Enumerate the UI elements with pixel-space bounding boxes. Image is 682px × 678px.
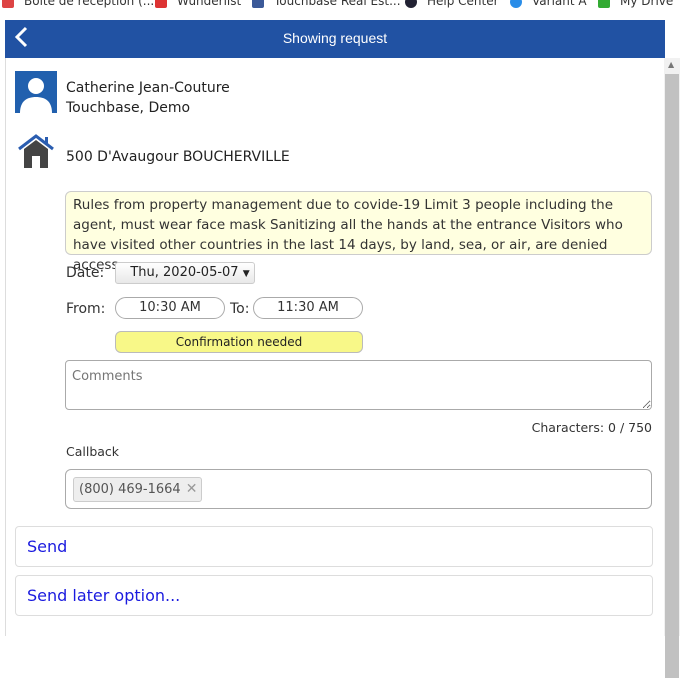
bookmark[interactable]: Boîte de réception (... <box>2 0 154 8</box>
to-time-input[interactable]: 11:30 AM <box>253 297 363 319</box>
remove-icon[interactable]: ✕ <box>186 481 198 497</box>
from-label: From: <box>66 301 106 317</box>
callback-label: Callback <box>66 444 120 459</box>
scrollbar[interactable]: ▲ <box>664 58 680 678</box>
to-label: To: <box>230 301 250 317</box>
send-button[interactable]: Send <box>15 526 653 567</box>
status-badge: Confirmation needed <box>115 331 363 353</box>
bookmark-label: Boîte de réception (... <box>24 0 155 8</box>
scrollbar-thumb[interactable] <box>665 74 679 678</box>
header: Showing request <box>5 20 665 58</box>
comments-input[interactable] <box>65 360 652 410</box>
date-value: Thu, 2020-05-07 <box>130 265 239 280</box>
bookmark-label: Wunderlist <box>177 0 242 8</box>
bookmark-label: Help Center <box>427 0 499 8</box>
bookmark[interactable]: My Drive <box>598 0 673 8</box>
page-title: Showing request <box>282 30 388 46</box>
date-label: Date: <box>66 265 105 281</box>
bookmarks-bar: Boîte de réception (... Wunderlist Touch… <box>0 0 682 10</box>
avatar-icon <box>15 71 57 113</box>
contact-name: Catherine Jean-Couture <box>66 80 230 96</box>
character-count: Characters: 0 / 750 <box>531 420 652 435</box>
house-icon <box>17 133 55 173</box>
bookmark-label: Variant A <box>532 0 587 8</box>
rules-note: Rules from property management due to co… <box>65 191 652 273</box>
caret-down-icon: ▼ <box>242 269 250 279</box>
contact-company: Touchbase, Demo <box>66 100 191 116</box>
property-address: 500 D'Avaugour BOUCHERVILLE <box>66 149 290 165</box>
bookmark-label: My Drive <box>620 0 674 8</box>
bookmark[interactable]: Touchbase Real Est... <box>252 0 401 8</box>
bookmark-label: Touchbase Real Est... <box>274 0 401 8</box>
scroll-up-icon[interactable]: ▲ <box>668 60 674 69</box>
bookmark[interactable]: Wunderlist <box>155 0 241 8</box>
callback-value: (800) 469-1664 <box>79 482 181 497</box>
callback-input[interactable]: (800) 469-1664 ✕ <box>65 469 652 509</box>
bookmark[interactable]: Variant A <box>510 0 587 8</box>
bookmark[interactable]: Help Center <box>405 0 499 8</box>
date-dropdown[interactable]: Thu, 2020-05-07 ▼ <box>115 262 255 284</box>
from-time-input[interactable]: 10:30 AM <box>115 297 225 319</box>
send-later-button[interactable]: Send later option... <box>15 575 653 616</box>
callback-tag: (800) 469-1664 ✕ <box>73 477 203 502</box>
